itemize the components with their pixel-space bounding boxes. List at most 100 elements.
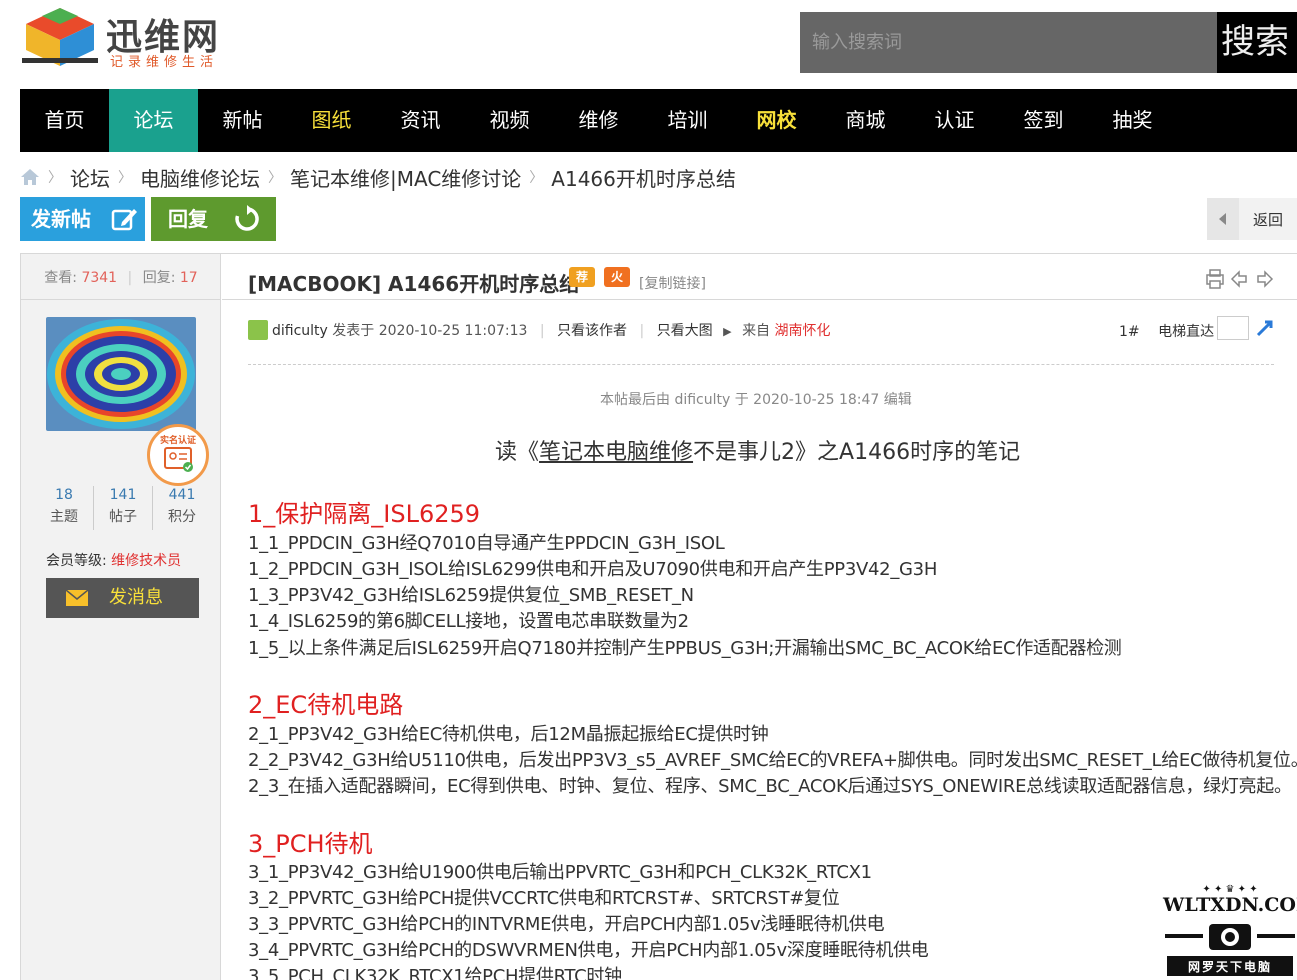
site-watermark: ✦ ✦ ♛ ✦ ✦ WLTXDN.COM 网罗天下电脑 (1163, 880, 1297, 980)
stats-divider: | (127, 270, 133, 286)
meta-divider-line (248, 364, 1274, 365)
envelope-icon (66, 590, 88, 606)
content-line: 1_2_PPDCIN_G3H_ISOL给ISL6299供电和开启及U7090供电… (248, 559, 938, 580)
avatar[interactable] (46, 317, 196, 431)
edit-note: 本帖最后由 dificulty 于 2020-10-25 18:47 编辑 (600, 392, 912, 408)
stat-points[interactable]: 441 积分 (153, 486, 211, 530)
profile-stats: 18 主题 141 帖子 441 积分 (35, 486, 211, 530)
stat-posts[interactable]: 141 帖子 (94, 486, 153, 530)
member-level-value[interactable]: 维修技术员 (111, 553, 181, 569)
go-arrow-icon[interactable] (1255, 318, 1275, 338)
nav-item-online-school[interactable]: 网校 (732, 89, 821, 152)
nav-item-repair[interactable]: 维修 (554, 89, 643, 152)
post-time: 发表于 2020-10-25 11:07:13 (332, 323, 528, 339)
breadcrumb-current-thread: A1466开机时序总结 (551, 166, 736, 191)
content-line: 3_1_PP3V42_G3H给U1900供电后输出PPVRTC_G3H和PCH_… (248, 862, 872, 883)
author-name[interactable]: dificulty (272, 323, 328, 339)
back-button[interactable]: 返回 (1207, 198, 1297, 240)
site-logo[interactable]: 迅维网 记录维修生活 (20, 4, 240, 70)
post-subtitle: 读《笔记本电脑维修不是事儿2》之A1466时序的笔记 (495, 434, 1020, 466)
copy-link[interactable]: [复制链接] (639, 273, 706, 293)
nav-item-drawings[interactable]: 图纸 (287, 89, 376, 152)
edit-icon (111, 209, 137, 231)
thread-stats: 查看: 7341 | 回复: 17 (21, 254, 221, 300)
nav-item-training[interactable]: 培训 (643, 89, 732, 152)
online-status-icon (248, 320, 268, 340)
print-icon[interactable] (1206, 268, 1276, 290)
search-input[interactable] (800, 12, 1217, 73)
content-line: 1_3_PP3V42_G3H给ISL6259提供复位_SMB_RESET_N (248, 585, 694, 606)
watermark-top-text: WLTXDN.COM (1163, 894, 1297, 916)
watermark-bottom-text: 网罗天下电脑 (1187, 960, 1272, 974)
badge-text: 实名认证 (159, 436, 196, 446)
only-big-image-link[interactable]: 只看大图 (657, 323, 713, 339)
nav-item-new-posts[interactable]: 新帖 (198, 89, 287, 152)
floor-number: 1# (1119, 324, 1140, 340)
breadcrumb-notebook-repair[interactable]: 笔记本维修|MAC维修讨论 (290, 163, 521, 192)
breadcrumb-separator: 〉 (118, 170, 132, 186)
subtitle-book-link[interactable]: 笔记本电脑维修 (539, 440, 693, 465)
subtitle-rest: 不是事儿2》之A1466时序的笔记 (693, 440, 1021, 465)
new-post-label: 发新帖 (31, 207, 91, 231)
home-icon[interactable] (20, 168, 40, 186)
content-line: 1_5_以上条件满足后ISL6259开启Q7180并控制产生PPBUS_G3H;… (248, 638, 1122, 659)
nav-item-certification[interactable]: 认证 (910, 89, 999, 152)
elevator-label: 电梯直达 (1158, 324, 1215, 340)
member-level: 会员等级: 维修技术员 (46, 550, 181, 570)
section-title: 1_保护隔离_ISL6259 (248, 500, 481, 528)
logo-cube-icon (22, 8, 98, 66)
nav-item-home[interactable]: 首页 (20, 89, 109, 152)
breadcrumb-forum[interactable]: 论坛 (70, 163, 110, 192)
recommend-icon: 荐 (569, 267, 595, 287)
nav-item-checkin[interactable]: 签到 (999, 89, 1088, 152)
search-box (800, 12, 1217, 73)
breadcrumb-separator: 〉 (48, 170, 62, 186)
views-label: 查看: (44, 270, 77, 286)
nav-item-video[interactable]: 视频 (465, 89, 554, 152)
send-message-label: 发消息 (109, 587, 163, 608)
nav-item-forum[interactable]: 论坛 (109, 89, 198, 152)
site-header: 迅维网 记录维修生活 搜索 (0, 0, 1297, 89)
stat-topics[interactable]: 18 主题 (35, 486, 94, 530)
content-line: 2_2_P3V42_G3H给U5110供电，后发出PP3V3_s5_AVREF_… (248, 750, 1297, 771)
search-button[interactable]: 搜索 (1217, 12, 1297, 73)
post-meta-text: dificulty 发表于 2020-10-25 11:07:13 | 只看该作… (272, 320, 831, 340)
stat-posts-label: 帖子 (109, 509, 137, 525)
member-level-label: 会员等级: (46, 553, 107, 569)
back-arrow-icon (1207, 198, 1239, 240)
nav-item-lottery[interactable]: 抽奖 (1088, 89, 1177, 152)
breadcrumb-pc-repair[interactable]: 电脑维修论坛 (140, 163, 260, 192)
from-label: 来自 (742, 323, 771, 339)
content-line: 3_3_PPVRTC_G3H给PCH的INTVRME供电，开启PCH内部1.05… (248, 914, 885, 935)
reply-button[interactable]: 回复 (151, 197, 276, 241)
author-sidebar: 查看: 7341 | 回复: 17 实名认证 18 主题 141 帖子 441 … (21, 254, 221, 980)
meta-divider: | (539, 323, 545, 339)
section-title: 3_PCH待机 (248, 830, 373, 858)
back-label: 返回 (1253, 211, 1284, 229)
content-line: 3_2_PPVRTC_G3H给PCH提供VCCRTC供电和RTCRST#、SRT… (248, 888, 840, 909)
logo-slogan: 记录维修生活 (110, 55, 219, 70)
subtitle-prefix: 读《 (495, 440, 540, 465)
breadcrumb-separator: 〉 (268, 170, 282, 186)
section-title: 2_EC待机电路 (248, 691, 404, 719)
replies-count: 17 (179, 270, 198, 286)
verified-badge: 实名认证 (147, 424, 209, 486)
location-link[interactable]: 湖南怀化 (775, 323, 831, 339)
nav-item-news[interactable]: 资讯 (376, 89, 465, 152)
content-line: 3_5_PCH_CLK32K_RTCX1给PCH提供RTC时钟 (248, 966, 622, 980)
breadcrumb-separator: 〉 (529, 170, 544, 186)
refresh-icon (235, 205, 259, 231)
reply-label: 回复 (168, 207, 208, 231)
floor-jump-input[interactable] (1217, 316, 1249, 340)
stat-posts-value: 141 (109, 487, 137, 503)
content-line: 3_4_PPVRTC_G3H给PCH的DSWVRMEN供电，开启PCH内部1.0… (248, 940, 929, 961)
new-post-button[interactable]: 发新帖 (20, 197, 145, 241)
stat-topics-label: 主题 (50, 509, 78, 525)
send-message-button[interactable]: 发消息 (46, 578, 199, 618)
content-line: 1_1_PPDCIN_G3H经Q7010自导通产生PPDCIN_G3H_ISOL (248, 533, 725, 554)
post-title: [MACBOOK] A1466开机时序总结 (248, 272, 580, 296)
nav-item-mall[interactable]: 商城 (821, 89, 910, 152)
play-icon: ▶ (723, 325, 732, 338)
floor-info: 1# 电梯直达 (1119, 321, 1214, 341)
only-author-link[interactable]: 只看该作者 (557, 323, 627, 339)
